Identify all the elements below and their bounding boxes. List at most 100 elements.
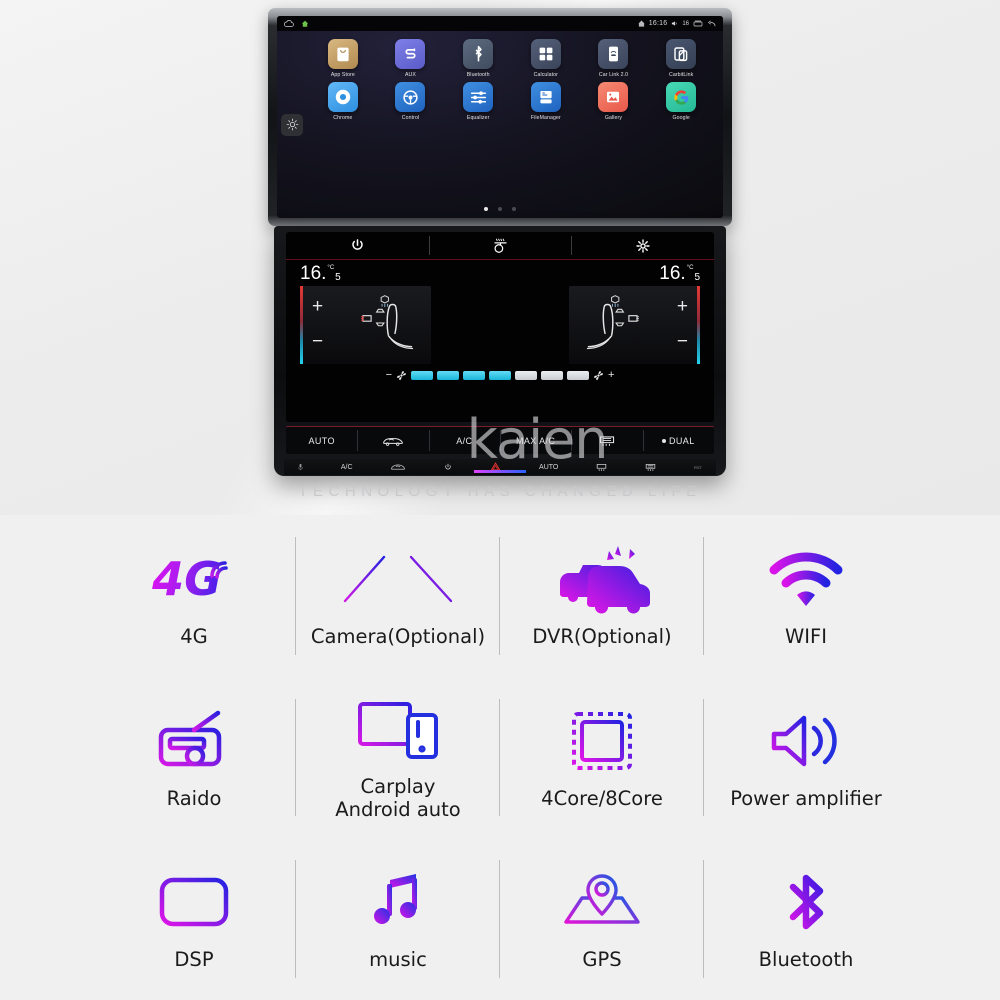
hardware-ac-button[interactable]: A/C [341, 464, 353, 471]
app-drawer: App Store AUX Bluetooth Calculator Car L… [277, 31, 723, 218]
feature-label: DSP [174, 948, 214, 972]
temp-up-right[interactable]: + [677, 297, 688, 316]
app-item-calculator[interactable]: Calculator [514, 39, 578, 78]
climate-max-ac-button[interactable]: MAX A/C [499, 427, 571, 454]
app-item-google[interactable]: Google [649, 82, 713, 121]
climate-auto-button[interactable]: AUTO [286, 427, 357, 454]
app-label: FileManager [530, 115, 561, 121]
windshield-defrost-icon[interactable] [596, 463, 607, 472]
fan-speed-row: − + [286, 369, 714, 381]
fan-minus[interactable]: − [386, 369, 392, 381]
fan-plus[interactable]: + [608, 369, 614, 381]
app-item-control[interactable]: Control [379, 82, 443, 121]
app-item-bluetooth[interactable]: Bluetooth [446, 39, 510, 78]
temp-left[interactable]: 16. °C 5 [300, 264, 341, 283]
temp-down-right[interactable]: − [677, 332, 688, 351]
feature-cell-dvr: DVR(Optional) [500, 515, 704, 677]
app-item-carbitlink[interactable]: CarbitLink [649, 39, 713, 78]
feature-label: 4G [180, 625, 208, 649]
feature-cell-carplay: Carplay Android auto [296, 677, 500, 839]
volume-level: 16 [682, 20, 689, 27]
bluetooth-icon [463, 39, 494, 69]
front-defrost-icon[interactable] [390, 463, 406, 471]
feature-label: WIFI [785, 625, 827, 649]
wifi-icon [766, 543, 846, 615]
app-item-app-store[interactable]: App Store [311, 39, 375, 78]
temp-left-integer: 16. [300, 263, 327, 284]
hardware-power-icon[interactable] [444, 463, 452, 471]
recents-icon[interactable] [693, 20, 703, 27]
hardware-auto-button[interactable]: AUTO [539, 464, 558, 471]
feature-cell-cores: 4Core/8Core [500, 677, 704, 839]
feature-label: GPS [582, 948, 622, 972]
passenger-seat-icon [575, 292, 639, 359]
gps-pin-map-icon [560, 866, 644, 938]
app-label: Chrome [333, 115, 353, 121]
signal-icon [638, 20, 645, 27]
climate-screen: 16. °C 5 16. °C 5 + − + − − + [286, 232, 714, 422]
mic-icon[interactable] [298, 463, 303, 471]
steering-wheel-icon [395, 82, 426, 112]
driver-zone[interactable]: + − [300, 286, 431, 364]
temp-right-integer: 16. [659, 263, 686, 284]
page-dot-1[interactable] [484, 207, 488, 211]
app-label: CarbitLink [668, 72, 694, 78]
feature-cell-amplifier: Power amplifier [704, 677, 908, 839]
app-item-equalizer[interactable]: Equalizer [446, 82, 510, 121]
temp-gradient-bar-left [300, 286, 303, 364]
hardware-rst-button[interactable]: RST [694, 465, 702, 470]
temp-down-left[interactable]: − [312, 332, 323, 351]
seat-zones: + − + − [286, 283, 714, 364]
page-dot-2[interactable] [498, 207, 502, 211]
fan-icon-left [396, 370, 407, 381]
feature-cell-camera: Camera(Optional) [296, 515, 500, 677]
feature-label-line2: Android auto [335, 798, 461, 822]
home-icon[interactable] [301, 20, 309, 28]
climate-ac-button[interactable]: A/C [428, 427, 500, 454]
steering-heat-icon[interactable] [428, 232, 572, 259]
gear-icon[interactable] [571, 232, 714, 259]
feature-grid: 4G 4G Camera(Optional) DVR(Optional) WIF… [92, 515, 908, 1000]
bag-icon [327, 39, 358, 69]
volume-icon[interactable] [671, 20, 678, 27]
cloud-icon[interactable] [284, 19, 294, 28]
fan-segment-3[interactable] [463, 370, 485, 380]
app-label: AUX [405, 72, 416, 78]
camera-guideline-icon [339, 543, 457, 615]
page-root: 16:16 16 App Store AUX Bluetooth Calcula… [0, 0, 1000, 1000]
back-icon[interactable] [707, 20, 716, 27]
feature-cell-bluetooth: Bluetooth [704, 838, 908, 1000]
fan-segment-2[interactable] [437, 370, 459, 380]
car-recirculate-icon[interactable] [357, 427, 428, 454]
fan-segment-1[interactable] [411, 370, 433, 380]
fan-segment-4[interactable] [489, 370, 511, 380]
app-label: Calculator [533, 72, 558, 78]
app-item-gallery[interactable]: Gallery [582, 82, 646, 121]
power-icon[interactable] [286, 232, 429, 259]
climate-dual-button[interactable]: DUAL [642, 427, 714, 454]
feature-cell-music: music [296, 838, 500, 1000]
app-item-aux[interactable]: AUX [379, 39, 443, 78]
carplay-devices-icon [356, 693, 440, 765]
rear-window-defrost-icon[interactable] [645, 463, 656, 472]
fan-segment-7[interactable] [567, 370, 589, 380]
photo-icon [598, 82, 629, 112]
app-item-filemanager[interactable]: FileManager [514, 82, 578, 121]
fan-segment-5[interactable] [515, 370, 537, 380]
app-item-car-link[interactable]: Car Link 2.0 [582, 39, 646, 78]
rear-defrost-icon[interactable] [571, 427, 642, 454]
feature-label: 4Core/8Core [541, 786, 663, 810]
fan-segment-6[interactable] [541, 370, 563, 380]
dual-label: DUAL [669, 435, 695, 446]
brand-tagline: TECHNOLOGY HAS CHANGED LIFE [298, 483, 702, 500]
app-item-chrome[interactable]: Chrome [311, 82, 375, 121]
temp-right[interactable]: 16. °C 5 [659, 264, 700, 283]
page-dot-3[interactable] [512, 207, 516, 211]
app-label: Equalizer [466, 115, 490, 121]
temp-gradient-bar-right [697, 286, 700, 364]
passenger-zone[interactable]: + − [569, 286, 700, 364]
temp-right-decimal: 5 [694, 272, 700, 283]
temp-up-left[interactable]: + [312, 297, 323, 316]
settings-gear-icon[interactable] [281, 113, 303, 136]
cpu-chip-icon [569, 705, 635, 777]
